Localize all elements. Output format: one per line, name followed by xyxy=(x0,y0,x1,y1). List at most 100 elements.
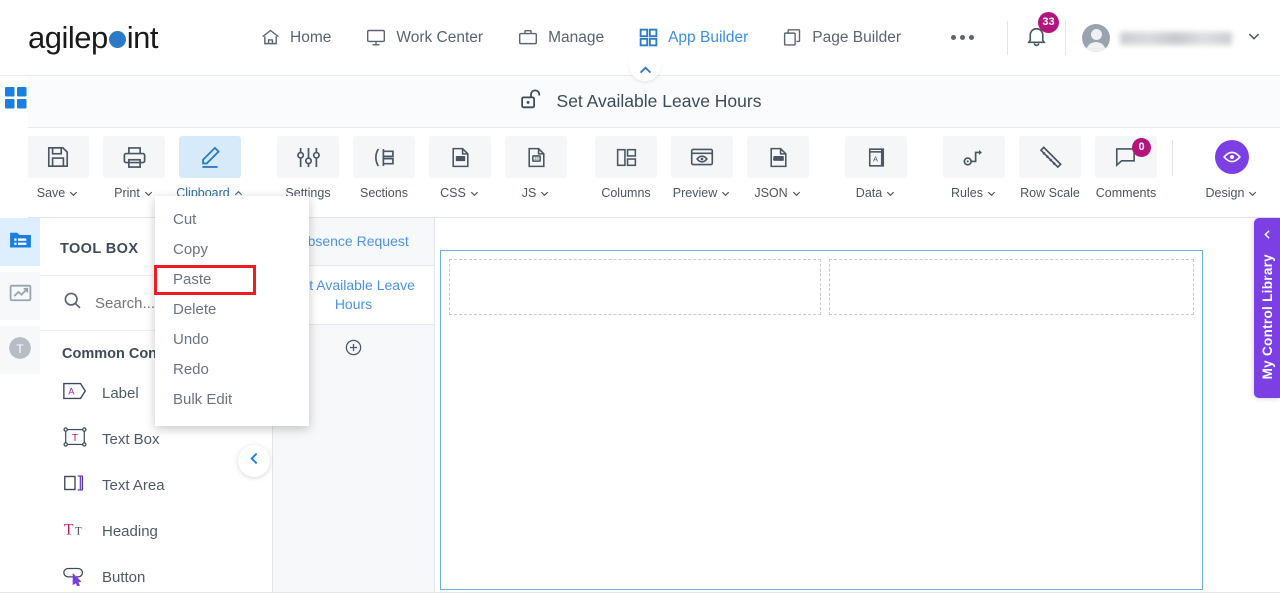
chevron-down-icon xyxy=(470,191,478,196)
menu-item-paste[interactable]: Paste xyxy=(155,264,309,294)
primary-nav: Home Work Center Manage App Builder Page… xyxy=(260,27,974,48)
user-menu-chevron-down-icon[interactable] xyxy=(1246,28,1262,49)
rail-button-theme[interactable]: T xyxy=(0,326,40,374)
nav-item-work-center[interactable]: Work Center xyxy=(365,27,483,48)
chevron-left-icon xyxy=(1261,228,1274,246)
nav-item-work-center-label: Work Center xyxy=(396,28,484,46)
menu-item-label: Paste xyxy=(173,270,212,288)
drop-zone-right[interactable] xyxy=(829,259,1194,315)
avatar[interactable] xyxy=(1082,24,1110,52)
ribbon-button-design[interactable]: Design xyxy=(1172,136,1266,200)
toolbox-item-text-area[interactable]: Text Area xyxy=(40,462,272,508)
ribbon-button-row-scale[interactable]: Row Scale xyxy=(1016,136,1084,200)
menu-item-label: Redo xyxy=(173,360,209,378)
menu-item-bulk-edit[interactable]: Bulk Edit xyxy=(155,384,309,414)
svg-text:css: css xyxy=(457,156,463,161)
my-control-library-label: My Control Library xyxy=(1259,254,1275,380)
ribbon-label-comments: Comments xyxy=(1095,186,1157,200)
form-container[interactable] xyxy=(440,250,1203,590)
ribbon-button-comments[interactable]: 0 Comments xyxy=(1092,136,1160,200)
toolbox-item-button[interactable]: Button xyxy=(40,554,272,593)
clipboard-dropdown-menu: Cut Copy Paste Delete Undo Redo Bulk Edi… xyxy=(155,196,309,426)
comments-count-badge: 0 xyxy=(1132,138,1151,157)
notification-count-badge: 33 xyxy=(1038,12,1059,33)
my-control-library-tab[interactable]: My Control Library xyxy=(1254,218,1280,398)
ribbon-label-row-scale: Row Scale xyxy=(1020,186,1080,200)
ribbon-button-js[interactable]: JS JS xyxy=(502,136,570,200)
nav-item-app-builder[interactable]: App Builder xyxy=(638,27,748,48)
chevron-down-icon xyxy=(987,191,996,196)
ribbon-button-rules[interactable]: Rules xyxy=(940,136,1008,200)
ribbon-button-json[interactable]: JSON JSON xyxy=(744,136,812,200)
user-name-label xyxy=(1120,31,1232,45)
menu-item-copy[interactable]: Copy xyxy=(155,234,309,264)
menu-item-redo[interactable]: Redo xyxy=(155,354,309,384)
ribbon-button-data[interactable]: A Data xyxy=(842,136,910,200)
menu-item-label: Cut xyxy=(173,210,197,228)
toolbox-folder-icon xyxy=(8,227,33,257)
rules-flow-icon xyxy=(943,136,1005,178)
nav-item-page-builder[interactable]: Page Builder xyxy=(782,27,901,48)
ribbon-label-json: JSON xyxy=(754,186,788,200)
label-icon: A xyxy=(62,380,88,406)
monitor-icon xyxy=(365,27,387,48)
toolbox-item-label-text: Label xyxy=(102,384,139,402)
chevron-down-icon xyxy=(70,191,78,196)
rail-button-analytics[interactable] xyxy=(0,272,40,320)
agilepoint-logo[interactable]: agilep int xyxy=(28,19,159,56)
svg-text:JS: JS xyxy=(534,156,539,161)
menu-item-cut[interactable]: Cut xyxy=(155,204,309,234)
briefcase-icon xyxy=(517,27,539,48)
notifications-button[interactable]: 33 xyxy=(1024,12,1059,53)
ribbon-button-sections[interactable]: Sections xyxy=(350,136,418,200)
chevron-left-icon xyxy=(246,450,263,472)
ribbon-button-print[interactable]: Print xyxy=(100,136,168,200)
ribbon-button-css[interactable]: css CSS xyxy=(426,136,494,200)
chevron-down-icon xyxy=(541,191,549,196)
menu-item-delete[interactable]: Delete xyxy=(155,294,309,324)
nav-more-options-icon[interactable] xyxy=(951,35,974,40)
nav-divider-2 xyxy=(1065,21,1066,55)
sliders-icon xyxy=(277,136,339,178)
ribbon-button-columns[interactable]: Columns xyxy=(592,136,660,200)
menu-item-label: Undo xyxy=(173,330,209,348)
ribbon-button-settings[interactable]: Settings xyxy=(274,136,342,200)
nav-item-home[interactable]: Home xyxy=(260,27,331,48)
drop-zone-left[interactable] xyxy=(449,259,821,315)
toolbox-item-heading[interactable]: T T Heading xyxy=(40,508,272,554)
app-grid-icon[interactable] xyxy=(4,86,28,115)
ribbon-label-js: JS xyxy=(521,186,537,200)
toolbox-item-button-text: Button xyxy=(102,568,146,586)
data-book-icon: A xyxy=(845,136,907,178)
ribbon-button-save[interactable]: Save xyxy=(24,136,92,200)
search-icon xyxy=(62,290,83,316)
toolbox-collapse-button[interactable] xyxy=(238,445,270,477)
nav-item-manage[interactable]: Manage xyxy=(517,27,604,48)
json-file-icon: JSON xyxy=(747,136,809,178)
ribbon-label-sections: Sections xyxy=(360,186,408,200)
page-title: Set Available Leave Hours xyxy=(556,91,762,111)
menu-item-label: Copy xyxy=(173,240,209,258)
chevron-down-icon xyxy=(887,191,895,196)
menu-item-undo[interactable]: Undo xyxy=(155,324,309,354)
ribbon-label-css: CSS xyxy=(440,186,466,200)
form-title-group: Set Available Leave Hours xyxy=(519,87,762,117)
svg-text:A: A xyxy=(68,387,75,397)
ribbon-label-design: Design xyxy=(1205,186,1245,200)
logo-text-left: agilep xyxy=(28,19,108,55)
nav-item-manage-label: Manage xyxy=(548,28,605,46)
toolbox-item-text-box-text: Text Box xyxy=(102,430,160,448)
ribbon-button-clipboard[interactable]: Clipboard xyxy=(176,136,244,200)
nav-item-app-builder-label: App Builder xyxy=(668,28,749,46)
sections-icon xyxy=(353,136,415,178)
nav-divider-1 xyxy=(1007,21,1008,55)
grid-icon xyxy=(638,27,659,48)
rail-button-toolbox[interactable] xyxy=(0,218,40,266)
ribbon-button-preview[interactable]: Preview xyxy=(668,136,736,200)
ribbon-label-data: Data xyxy=(855,186,883,200)
svg-text:T: T xyxy=(75,526,82,538)
ruler-icon xyxy=(1019,136,1081,178)
textarea-icon xyxy=(62,472,88,498)
chevron-down-icon xyxy=(792,191,800,196)
pages-icon xyxy=(782,27,803,48)
